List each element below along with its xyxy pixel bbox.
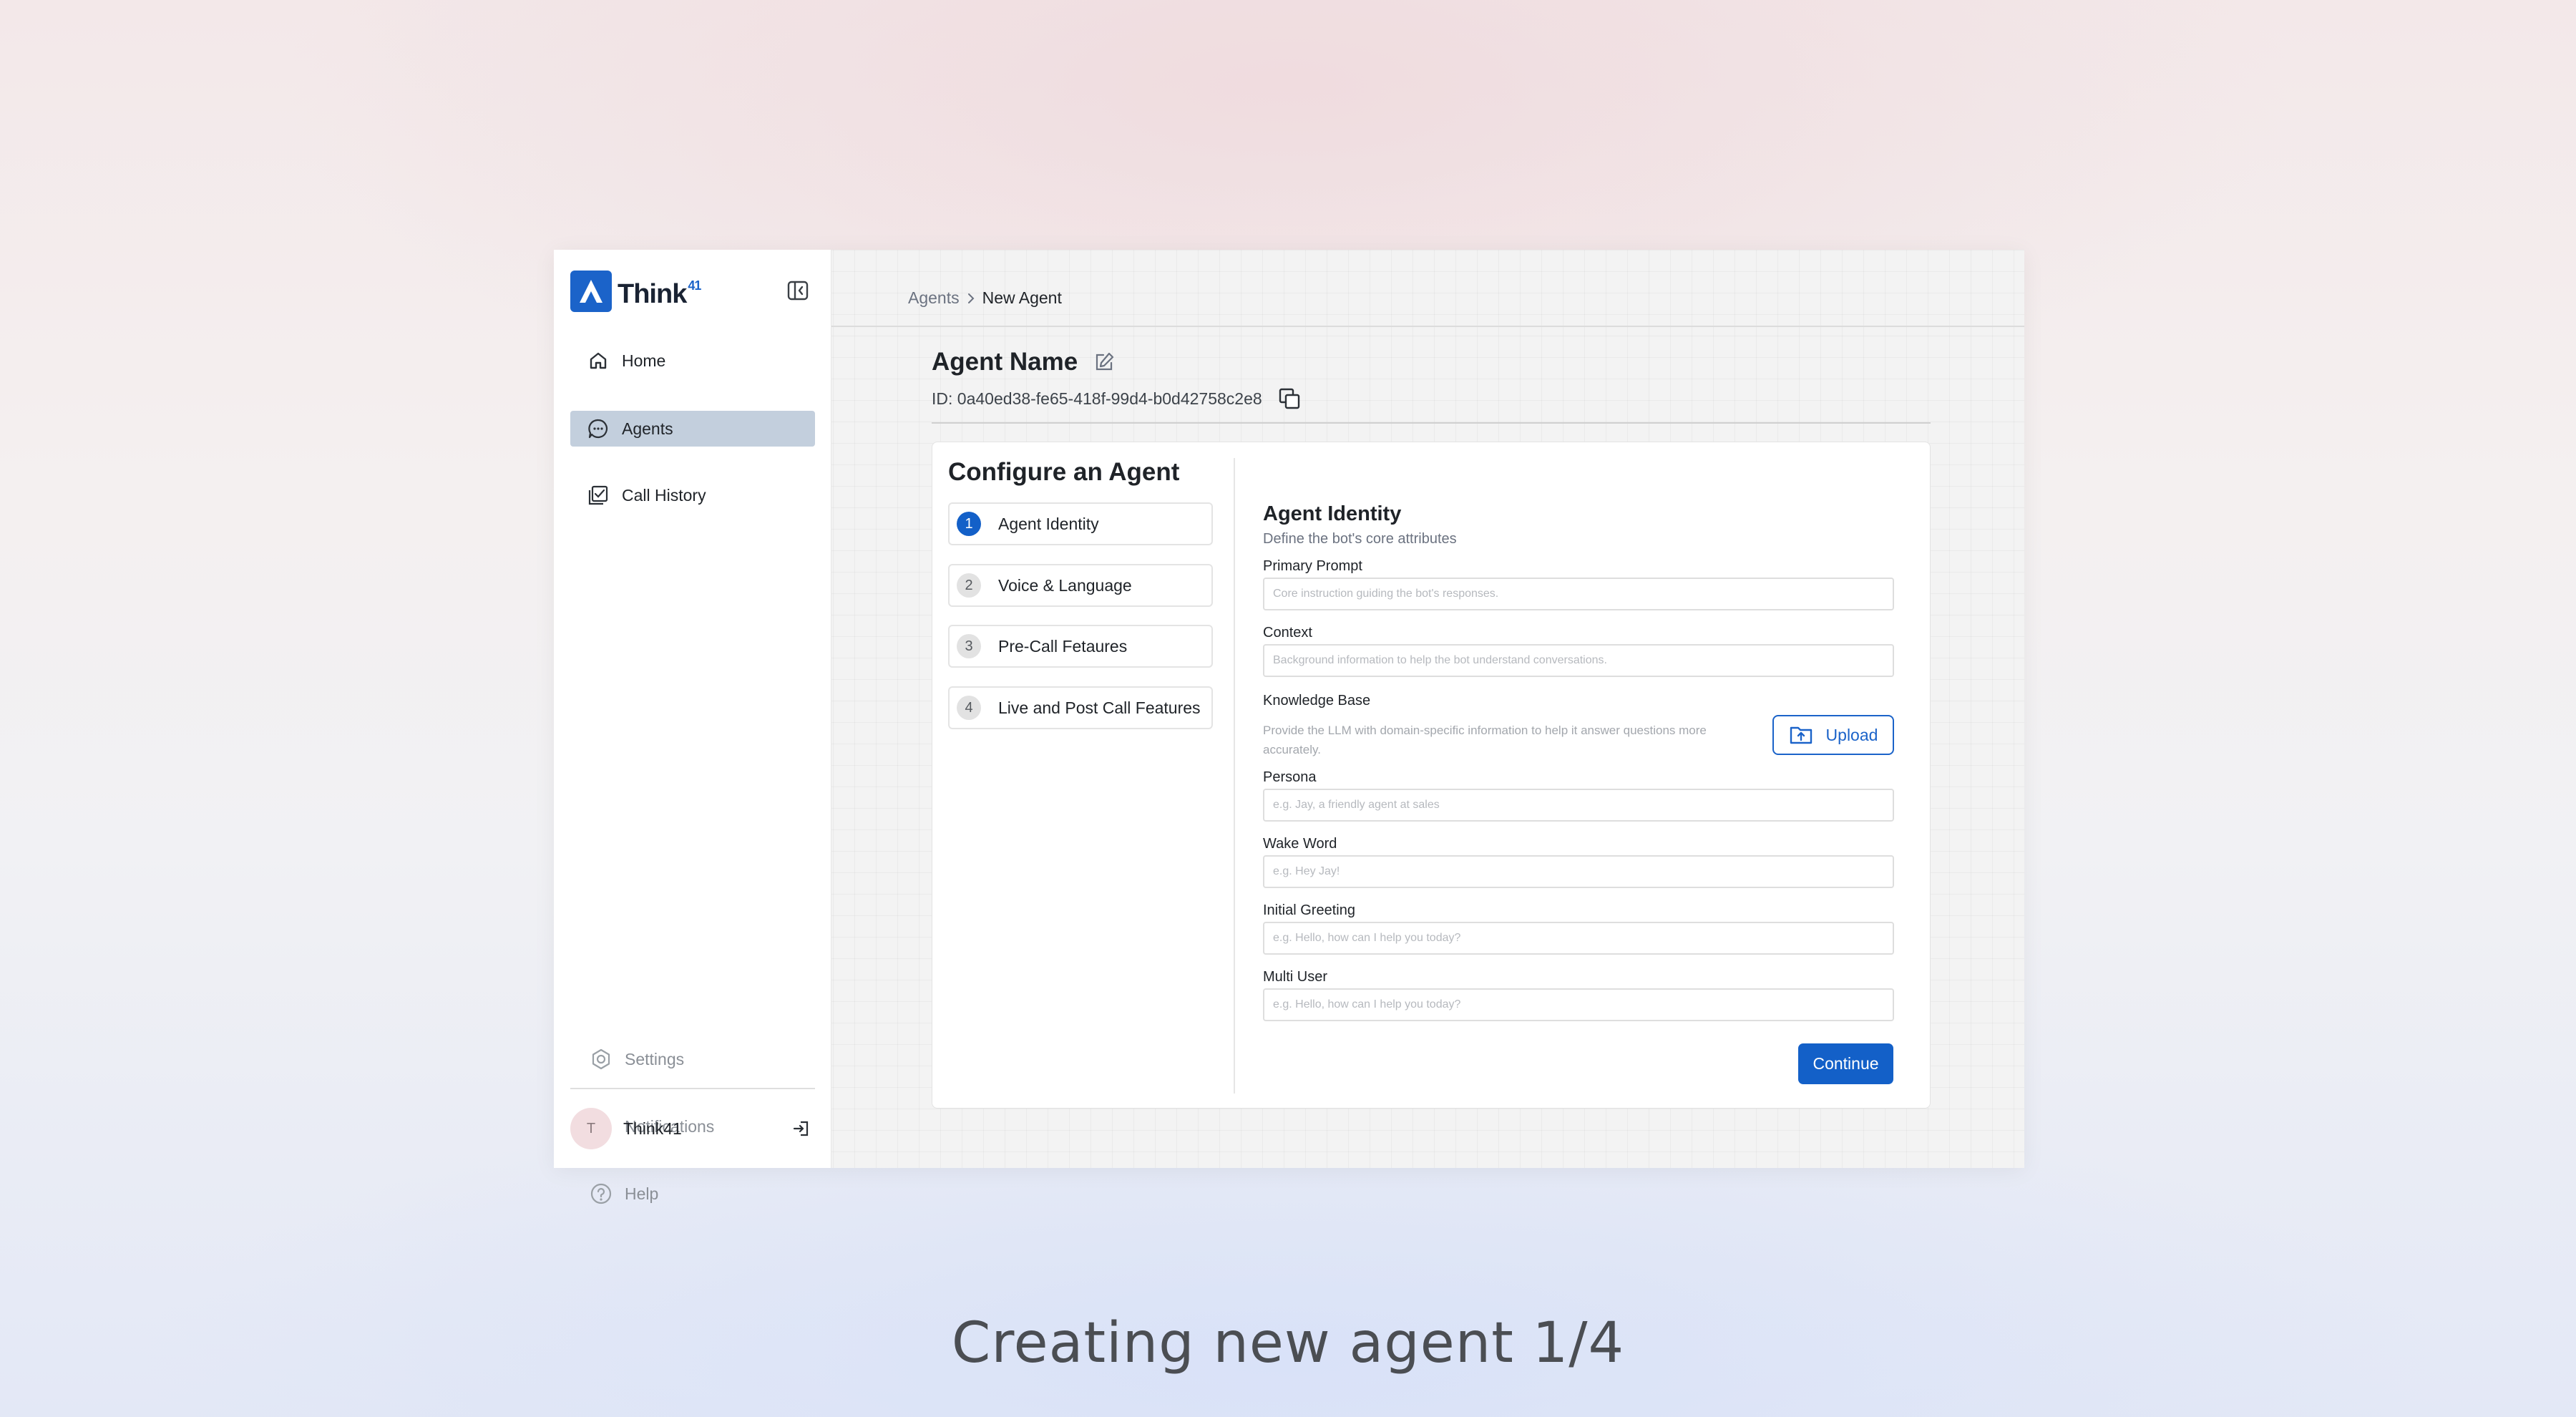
folder-upload-icon (1789, 724, 1813, 746)
sidebar-item-call-history[interactable]: Call History (570, 477, 815, 513)
user-name: Think41 (623, 1119, 682, 1138)
context-input[interactable] (1263, 644, 1894, 677)
knowledge-base-description: Provide the LLM with domain-specific inf… (1263, 724, 1707, 756)
upload-button[interactable]: Upload (1772, 715, 1894, 755)
header-divider (831, 326, 2024, 327)
initial-greeting-input[interactable] (1263, 922, 1894, 955)
sidebar: Think 41 Home Agents Call History Settin… (554, 250, 831, 1204)
edit-icon[interactable] (1092, 350, 1116, 374)
section-subtitle: Define the bot's core attributes (1263, 531, 1457, 547)
wake-word-input[interactable] (1263, 855, 1894, 888)
persona-label: Persona (1263, 769, 1317, 785)
sidebar-item-home[interactable]: Home (570, 343, 815, 379)
title-divider (932, 422, 1931, 424)
step-label: Agent Identity (998, 514, 1099, 533)
step-voice-language[interactable]: 2 Voice & Language (948, 564, 1213, 607)
persona-input[interactable] (1263, 789, 1894, 822)
user-profile[interactable]: T Think41 (570, 1107, 815, 1150)
knowledge-base-label: Knowledge Base (1263, 693, 1371, 708)
brand-logo[interactable]: Think 41 (570, 271, 701, 312)
step-label: Voice & Language (998, 575, 1132, 595)
logout-icon[interactable] (789, 1116, 814, 1141)
logo-mark-icon (570, 271, 612, 312)
page-title: Agent Name (932, 348, 1078, 376)
step-label: Pre-Call Fetaures (998, 636, 1128, 656)
breadcrumb: Agents New Agent (908, 288, 1062, 308)
breadcrumb-link-agents[interactable]: Agents (908, 288, 960, 308)
agent-id-row: ID: 0a40ed38-fe65-418f-99d4-b0d42758c2e8 (932, 386, 1302, 412)
chevron-right-icon (965, 291, 977, 306)
upload-button-label: Upload (1825, 725, 1878, 744)
primary-prompt-input[interactable] (1263, 578, 1894, 610)
sidebar-item-settings[interactable]: Settings (570, 1041, 815, 1077)
step-agent-identity[interactable]: 1 Agent Identity (948, 502, 1213, 545)
sidebar-item-help[interactable]: Help (570, 1176, 815, 1212)
home-icon (586, 349, 610, 373)
gear-icon (589, 1047, 613, 1071)
configure-agent-card: Configure an Agent 1 Agent Identity 2 Vo… (932, 442, 1931, 1109)
step-live-post-call-features[interactable]: 4 Live and Post Call Features (948, 686, 1213, 729)
step-number: 2 (957, 573, 981, 598)
column-divider (1234, 458, 1235, 1094)
context-label: Context (1263, 625, 1312, 641)
wake-word-label: Wake Word (1263, 836, 1337, 852)
agent-id: ID: 0a40ed38-fe65-418f-99d4-b0d42758c2e8 (932, 389, 1262, 408)
breadcrumb-current: New Agent (982, 288, 1062, 307)
card-title: Configure an Agent (948, 458, 1180, 486)
sidebar-item-label: Home (622, 351, 666, 370)
chat-bubble-icon (586, 417, 610, 441)
step-number: 1 (957, 512, 981, 536)
step-number: 3 (957, 634, 981, 658)
brand-name: Think 41 (618, 278, 701, 309)
avatar: T (570, 1108, 612, 1149)
sidebar-item-label: Help (625, 1184, 659, 1203)
continue-button[interactable]: Continue (1798, 1043, 1893, 1084)
sidebar-item-label: Settings (625, 1049, 685, 1068)
initial-greeting-label: Initial Greeting (1263, 902, 1355, 918)
slide-caption: Creating new agent 1/4 (951, 1311, 1625, 1375)
agent-title-row: Agent Name (932, 348, 1116, 376)
sidebar-collapse-icon[interactable] (786, 278, 810, 303)
multi-user-label: Multi User (1263, 969, 1328, 985)
step-number: 4 (957, 696, 981, 720)
primary-prompt-label: Primary Prompt (1263, 558, 1362, 574)
brand-superscript: 41 (688, 278, 701, 293)
sidebar-item-label: Call History (622, 485, 706, 505)
copy-icon[interactable] (1277, 386, 1302, 412)
multi-user-input[interactable] (1263, 988, 1894, 1021)
sidebar-item-agents[interactable]: Agents (570, 411, 815, 447)
sidebar-item-label: Agents (622, 419, 673, 438)
step-pre-call-features[interactable]: 3 Pre-Call Fetaures (948, 625, 1213, 668)
step-label: Live and Post Call Features (998, 698, 1201, 717)
help-icon (589, 1182, 613, 1206)
call-history-icon (586, 483, 610, 507)
app-window: Think 41 Home Agents Call History Settin… (554, 250, 2024, 1204)
section-title: Agent Identity (1263, 502, 1402, 525)
sidebar-divider (570, 1088, 815, 1089)
